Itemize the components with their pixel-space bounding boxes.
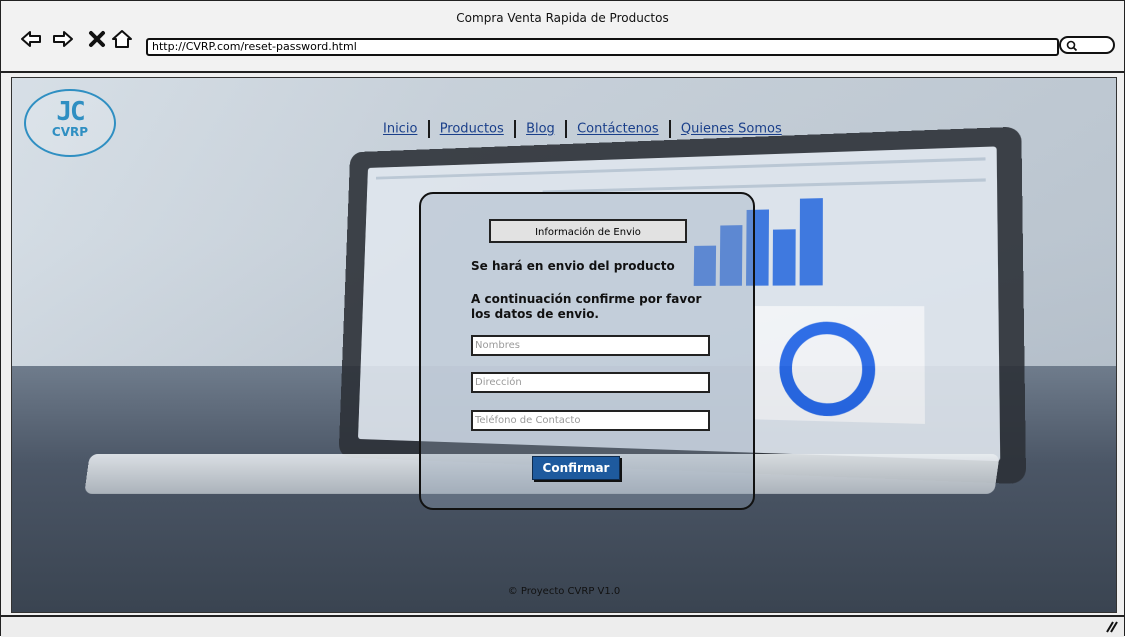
site-logo[interactable]: JC CVRP [24,89,116,157]
nav-separator [514,120,516,138]
address-bar[interactable]: http://CVRP.com/reset-password.html [146,38,1059,56]
nav-link-blog[interactable]: Blog [526,122,555,137]
form-title: Información de Envio [489,219,687,243]
browser-titlebar: Compra Venta Rapida de Productos http://… [1,1,1124,73]
back-arrow-icon[interactable] [19,27,43,51]
logo-text: CVRP [26,125,114,139]
nombres-field[interactable]: Nombres [471,335,710,356]
shipping-form-panel: Información de Envio Se hará en envio de… [419,192,755,510]
browser-window: Compra Venta Rapida de Productos http://… [0,0,1125,636]
forward-arrow-icon[interactable] [51,27,75,51]
resize-grip-icon[interactable] [1104,619,1118,633]
logo-mark: JC [26,99,114,125]
nav-separator [428,120,430,138]
direccion-field[interactable]: Dirección [471,372,710,393]
form-message-confirm: A continuación confirme por favor los da… [471,292,721,322]
search-button[interactable] [1059,36,1115,54]
confirm-button[interactable]: Confirmar [532,456,620,480]
search-icon [1066,40,1078,52]
telefono-field[interactable]: Teléfono de Contacto [471,410,710,431]
form-message-shipping: Se hará en envio del producto [471,259,675,273]
nav-separator [669,120,671,138]
nav-separator [565,120,567,138]
nav-link-contactenos[interactable]: Contáctenos [577,122,659,137]
nav-link-inicio[interactable]: Inicio [383,122,417,137]
home-icon[interactable] [110,27,134,51]
main-navigation: Inicio Productos Blog Contáctenos Quiene… [383,120,782,138]
window-title: Compra Venta Rapida de Productos [1,11,1124,25]
nav-link-productos[interactable]: Productos [440,122,504,137]
page-viewport: JC CVRP Inicio Productos Blog Contácteno… [11,77,1117,613]
browser-statusbar [1,615,1124,637]
page-footer: © Proyecto CVRP V1.0 [12,586,1116,597]
nav-link-quienes-somos[interactable]: Quienes Somos [681,122,782,137]
close-x-icon[interactable] [85,27,109,51]
